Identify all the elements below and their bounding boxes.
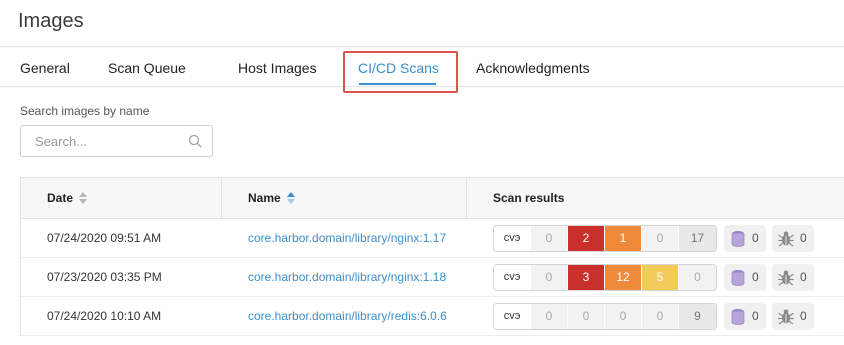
row-date: 07/24/2020 10:10 AM	[47, 309, 162, 323]
scan-count-3: 0	[642, 226, 679, 251]
scan-count-3: 0	[642, 304, 679, 329]
scan-count-4: 17	[679, 226, 716, 251]
database-icon	[731, 270, 745, 286]
db-badge[interactable]: 0	[724, 303, 766, 330]
highlight-annotation	[343, 51, 458, 93]
cve-label: cvэ	[494, 304, 531, 329]
scan-count-1: 0	[568, 304, 605, 329]
table-row: 07/23/2020 03:35 PM core.harbor.domain/l…	[21, 258, 844, 297]
scan-count-2: 1	[605, 226, 642, 251]
bug-icon	[778, 309, 794, 325]
tab-general[interactable]: General	[20, 60, 70, 76]
table-row: 07/24/2020 10:10 AM core.harbor.domain/l…	[21, 297, 844, 336]
table-header: Date Name Scan results	[21, 178, 844, 219]
bug-count: 0	[800, 309, 807, 323]
scan-count-1: 2	[568, 226, 605, 251]
bug-badge[interactable]: 0	[772, 303, 814, 330]
bug-badge[interactable]: 0	[772, 225, 814, 252]
table-row: 07/24/2020 09:51 AM core.harbor.domain/l…	[21, 219, 844, 258]
cve-label: cvэ	[494, 265, 531, 290]
search-icon[interactable]	[188, 134, 202, 148]
column-header-name[interactable]: Name	[248, 178, 296, 218]
scan-count-0: 0	[531, 265, 568, 290]
db-badge[interactable]: 0	[724, 225, 766, 252]
bug-count: 0	[800, 231, 807, 245]
cve-label: cvэ	[494, 226, 531, 251]
bug-count: 0	[800, 270, 807, 284]
scan-results-bar[interactable]: cvэ 0 2 1 0 17	[493, 225, 717, 252]
row-image-link[interactable]: core.harbor.domain/library/nginx:1.18	[248, 258, 446, 297]
tab-scan-queue[interactable]: Scan Queue	[108, 60, 186, 76]
tab-host-images[interactable]: Host Images	[238, 60, 317, 76]
page-title: Images	[18, 10, 84, 32]
search-input[interactable]	[35, 132, 185, 150]
row-image-link[interactable]: core.harbor.domain/library/nginx:1.17	[248, 219, 446, 258]
scan-count-4: 0	[679, 265, 716, 290]
db-badge[interactable]: 0	[724, 264, 766, 291]
database-icon	[731, 309, 745, 325]
scan-count-3: 5	[642, 265, 679, 290]
row-date: 07/23/2020 03:35 PM	[47, 270, 162, 284]
database-icon	[731, 231, 745, 247]
bug-icon	[778, 231, 794, 247]
column-header-scan-results: Scan results	[493, 191, 565, 205]
row-date: 07/24/2020 09:51 AM	[47, 231, 162, 245]
db-count: 0	[752, 309, 759, 323]
bug-badge[interactable]: 0	[772, 264, 814, 291]
scan-count-2: 0	[605, 304, 642, 329]
bug-icon	[778, 270, 794, 286]
scan-count-2: 12	[605, 265, 642, 290]
scan-results-bar[interactable]: cvэ 0 0 0 0 9	[493, 303, 717, 330]
column-header-date[interactable]: Date	[47, 178, 88, 218]
scan-count-1: 3	[568, 265, 605, 290]
scan-count-0: 0	[531, 226, 568, 251]
scan-count-0: 0	[531, 304, 568, 329]
search-box	[20, 125, 213, 157]
sort-icon[interactable]	[79, 191, 88, 204]
row-image-link[interactable]: core.harbor.domain/library/redis:6.0.6	[248, 297, 447, 336]
sort-asc-icon[interactable]	[286, 191, 296, 204]
tab-acknowledgments[interactable]: Acknowledgments	[476, 60, 590, 76]
search-label: Search images by name	[20, 104, 150, 118]
db-count: 0	[752, 231, 759, 245]
scan-count-4: 9	[679, 304, 716, 329]
scan-results-bar[interactable]: cvэ 0 3 12 5 0	[493, 264, 717, 291]
images-table: Date Name Scan results 07/24/2020 09:51 …	[20, 177, 844, 336]
db-count: 0	[752, 270, 759, 284]
